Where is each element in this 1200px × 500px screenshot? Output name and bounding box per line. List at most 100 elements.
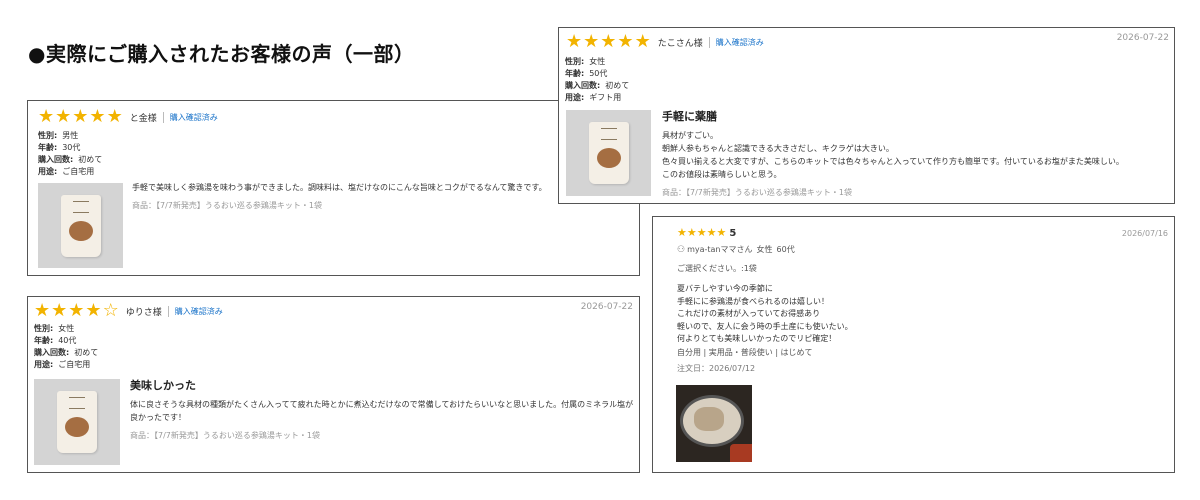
attr-value: 50代 [589,69,608,78]
attr-label: 用途: [565,93,585,102]
page-title: ●実際にご購入されたお客様の声（一部） [28,42,415,66]
review-title: 手軽に薬膳 [662,110,717,123]
selection-info: ご選択ください。:1袋 [677,264,757,273]
divider [708,36,710,48]
review-product[interactable]: 商品：【7/7新発売】うるおい巡る参鶏湯キット・1袋 [132,200,632,211]
attr-label: 年齢: [565,69,585,78]
review-date: 2026-07-22 [1116,33,1169,43]
reviewer-info: ⚇ mya-tanママさん 女性 60代 [677,244,795,255]
attr-value: 初めて [74,348,99,357]
reviewer-attributes: 性別: 女性 年齢: 50代 購入回数: 初めて 用途: ギフト用 [565,56,629,104]
review-card: ★ ★ ★ ★ ☆ ゆりさ様 購入確認済み 2026-07-22 性別: 女性 年… [27,296,640,473]
star-icon: ★ [716,226,727,239]
product-image[interactable] [38,183,123,268]
attr-label: 購入回数: [38,155,74,164]
review-body: 手軽に薬膳 具材がすごい。 朝鮮人参もちゃんと認識できる大きさだし、キクラゲは大… [662,108,1167,198]
attr-label: 年齢: [34,336,54,345]
attr-value: 40代 [58,336,77,345]
review-text: 体に良さそうな具材の種類がたくさん入ってて疲れた時とかに煮込むだけなので常備して… [130,400,634,422]
review-tags: 自分用 | 実用品・普段使い | はじめて [677,348,813,357]
attr-value: 女性 [58,324,75,333]
verified-badge: 購入確認済み [169,112,218,122]
attr-label: 年齢: [38,143,58,152]
attr-label: 購入回数: [565,81,601,90]
star-icon: ★ [55,106,72,127]
divider [162,111,164,123]
star-icon: ★ [566,31,583,52]
review-date: 2026-07-22 [580,302,633,312]
reviewer-age: 60代 [776,245,795,254]
star-icon: ★ [68,300,85,321]
star-icon: ★ [89,106,106,127]
review-header: ★ ★ ★ ★ ☆ ゆりさ様 購入確認済み [34,302,223,320]
attr-label: 購入回数: [34,348,70,357]
attr-value: 30代 [62,143,81,152]
review-date: 2026/07/16 [1121,229,1168,238]
order-date: 注文日：2026/07/12 [677,364,756,373]
star-icon: ★ [583,31,600,52]
verified-badge: 購入確認済み [174,306,223,316]
attr-value: ご自宅用 [58,360,91,369]
star-icon: ★ [85,300,102,321]
review-text: 夏バテしやすい今の季節に 手軽にに参鶏湯が食べられるのは嬉しい！ これだけの素材… [677,284,853,343]
star-rating: ★ ★ ★ ★ ★ 5 [677,227,736,239]
attr-label: 性別: [565,57,585,66]
attr-value: 初めて [78,155,103,164]
review-text: 手軽で美味しく参鶏湯を味わう事ができました。調味料は、塩だけなのにこんな旨味とコ… [132,183,547,192]
review-body: 美味しかった 体に良さそうな具材の種類がたくさん入ってて疲れた時とかに煮込むだけ… [130,377,635,441]
red-object-shape [730,444,752,462]
product-image[interactable] [566,110,651,196]
star-icon: ★ [677,226,687,239]
reviewer-attributes: 性別: 女性 年齢: 40代 購入回数: 初めて 用途: ご自宅用 [34,323,98,371]
review-title: 美味しかった [130,379,196,392]
review-header: ★ ★ ★ ★ ★ と金様 購入確認済み [38,108,218,126]
star-icon: ★ [696,226,707,239]
reviewer-name: mya-tanママさん [687,245,753,254]
product-image[interactable] [34,379,120,465]
review-product[interactable]: 商品：【7/7新発売】うるおい巡る参鶏湯キット・1袋 [130,430,635,441]
product-pouch [588,122,629,184]
review-card: ★ ★ ★ ★ ★ と金様 購入確認済み 性別: 男性 年齢: 30代 購入回数: 初… [27,100,640,276]
star-icon: ★ [686,226,697,239]
star-icon: ★ [600,31,617,52]
reviewer-name: と金様 [129,113,157,124]
meat-shape [694,407,724,431]
rating-score: 5 [729,227,737,239]
review-text: 具材がすごい。 朝鮮人参もちゃんと認識できる大きさだし、キクラゲは大きい。 色々… [662,131,1124,179]
star-icon: ★ [706,226,717,239]
attr-label: 性別: [34,324,54,333]
review-card: ★ ★ ★ ★ ★ 5 2026/07/16 ⚇ mya-tanママさん 女性 … [652,216,1175,473]
reviewer-name: たこさん様 [657,38,703,49]
star-rating: ★ ★ ★ ★ ★ [38,108,124,126]
review-header: ★ ★ ★ ★ ★ たこさん様 購入確認済み [566,33,764,51]
attr-value: 初めて [605,81,630,90]
attr-label: 性別: [38,131,58,140]
review-product[interactable]: 商品：【7/7新発売】うるおい巡る参鶏湯キット・1袋 [662,187,1167,198]
attr-value: 女性 [589,57,606,66]
star-icon: ★ [34,300,51,321]
attr-value: ギフト用 [589,93,622,102]
product-pouch [57,391,97,453]
verified-badge: 購入確認済み [715,37,764,47]
user-icon: ⚇ [677,244,686,255]
reviewer-attributes: 性別: 男性 年齢: 30代 購入回数: 初めて 用途: ご自宅用 [38,130,102,178]
star-icon: ★ [617,31,634,52]
attr-value: ご自宅用 [62,167,95,176]
star-icon: ★ [106,106,123,127]
attr-value: 男性 [62,131,79,140]
star-rating: ★ ★ ★ ★ ★ [566,33,652,51]
star-icon: ★ [634,31,651,52]
attr-label: 用途: [38,167,58,176]
star-icon: ★ [51,300,68,321]
review-photo[interactable] [676,385,752,462]
review-body: 手軽で美味しく参鶏湯を味わう事ができました。調味料は、塩だけなのにこんな旨味とコ… [132,181,632,211]
reviewer-name: ゆりさ様 [125,307,162,318]
star-icon: ★ [72,106,89,127]
divider [167,305,169,317]
review-card: ★ ★ ★ ★ ★ たこさん様 購入確認済み 2026-07-22 性別: 女性 … [558,27,1175,204]
star-rating: ★ ★ ★ ★ ☆ [34,302,120,320]
product-pouch [60,194,101,257]
star-icon: ★ [38,106,55,127]
star-empty-icon: ☆ [102,300,119,321]
attr-label: 用途: [34,360,54,369]
